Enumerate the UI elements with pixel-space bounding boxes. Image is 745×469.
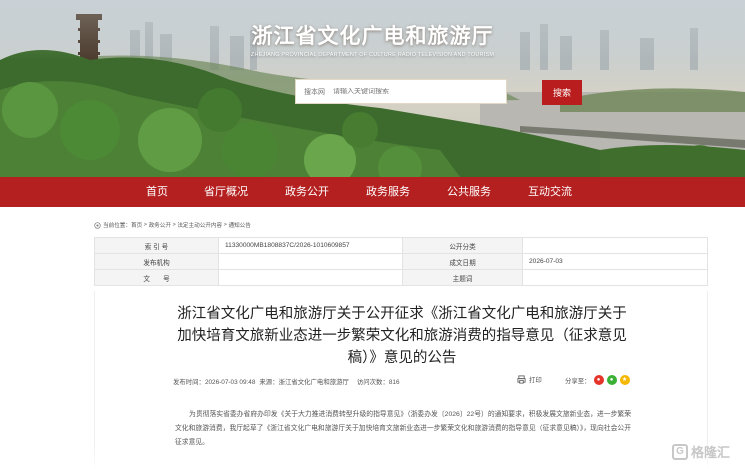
- doc-no-label: 文 号: [94, 269, 219, 286]
- nav-item-gov-affairs[interactable]: 政务公开: [285, 177, 329, 207]
- article-body: 为贯彻落实省委办省府办印发《关于大力推进消费转型升级的指导意见》（浙委办发〔20…: [175, 411, 631, 446]
- print-label[interactable]: 打印: [529, 375, 542, 384]
- org-value: [218, 253, 403, 270]
- document-meta-table: 索 引 号 11330000MB1808837C/2026-1010609857…: [94, 237, 708, 286]
- source: 来源：浙江省文化广电和旅游厅: [259, 379, 349, 386]
- doc-no-value: [218, 269, 403, 286]
- nav-item-public-services[interactable]: 公共服务: [447, 177, 491, 207]
- watermark-text: 格隆汇: [691, 445, 731, 460]
- article-info: 发布时间：2026-07-03 09:48 来源：浙江省文化广电和旅游厅 访问次…: [173, 377, 400, 386]
- breadcrumb-item-notices[interactable]: 通知公告: [228, 221, 250, 229]
- nav-item-home[interactable]: 首页: [146, 177, 168, 207]
- index-value: 11330000MB1808837C/2026-1010609857: [218, 237, 403, 254]
- breadcrumb-item-gov-affairs[interactable]: 政务公开: [149, 221, 171, 229]
- watermark: G 格隆汇: [672, 442, 730, 461]
- nav-item-overview[interactable]: 省厅概况: [204, 177, 248, 207]
- date-value: 2026-07-03: [522, 253, 708, 270]
- location-icon: [94, 221, 101, 229]
- table-row: 发布机构 成文日期 2026-07-03: [94, 253, 708, 270]
- index-label: 索 引 号: [94, 237, 219, 254]
- search-box[interactable]: 搜本网: [295, 79, 507, 104]
- site-title: 浙江省文化广电和旅游厅: [251, 25, 494, 48]
- print-button[interactable]: 打印: [517, 375, 542, 384]
- site-subtitle: ZHEJIANG PROVINCIAL DEPARTMENT OF CULTUR…: [250, 52, 495, 58]
- bottom-fade: [0, 445, 745, 469]
- search-input[interactable]: [333, 88, 483, 95]
- article-title: 浙江省文化广电和旅游厅关于公开征求《浙江省文化广电和旅游厅关于加快培育文旅新业态…: [95, 303, 709, 369]
- share-bar: 分享至： ● ● ★: [565, 375, 630, 385]
- publish-time: 发布时间：2026-07-03 09:48: [173, 379, 256, 386]
- topic-label: 主题词: [402, 269, 523, 286]
- category-label: 公开分类: [402, 237, 523, 254]
- topic-value: [522, 269, 708, 286]
- org-label: 发布机构: [94, 253, 219, 270]
- qzone-share-icon[interactable]: ★: [619, 375, 630, 385]
- article: 浙江省文化广电和旅游厅关于公开征求《浙江省文化广电和旅游厅关于加快培育文旅新业态…: [94, 291, 708, 469]
- view-count: 访问次数：816: [356, 379, 400, 386]
- date-label: 成文日期: [402, 253, 523, 270]
- header-banner: 浙江省文化广电和旅游厅 ZHEJIANG PROVINCIAL DEPARTME…: [0, 0, 745, 177]
- article-title-text: 浙江省文化广电和旅游厅关于公开征求《浙江省文化广电和旅游厅关于加快培育文旅新业态…: [177, 306, 627, 366]
- table-row: 文 号 主题词: [94, 269, 708, 286]
- breadcrumb-item-statutory[interactable]: 法定主动公开内容: [177, 221, 222, 229]
- share-label: 分享至：: [565, 377, 591, 385]
- print-icon: [517, 375, 526, 384]
- search-scope[interactable]: 搜本网: [304, 87, 325, 97]
- breadcrumb-item-home[interactable]: 首页: [131, 221, 142, 229]
- category-value: [522, 237, 708, 254]
- weibo-share-icon[interactable]: ●: [593, 375, 604, 385]
- breadcrumb-prefix: 当前位置：: [103, 223, 131, 229]
- table-row: 索 引 号 11330000MB1808837C/2026-1010609857…: [94, 237, 708, 254]
- main-nav: 首页 省厅概况 政务公开 政务服务 公共服务 互动交流: [0, 177, 745, 207]
- breadcrumb: 当前位置： 首页 > 政务公开 > 法定主动公开内容 > 通知公告: [94, 221, 251, 229]
- nav-item-gov-services[interactable]: 政务服务: [366, 177, 410, 207]
- wechat-share-icon[interactable]: ●: [606, 375, 617, 385]
- watermark-logo-icon: G: [672, 443, 688, 460]
- search-button[interactable]: 搜索: [542, 80, 582, 105]
- nav-item-interaction[interactable]: 互动交流: [528, 177, 572, 207]
